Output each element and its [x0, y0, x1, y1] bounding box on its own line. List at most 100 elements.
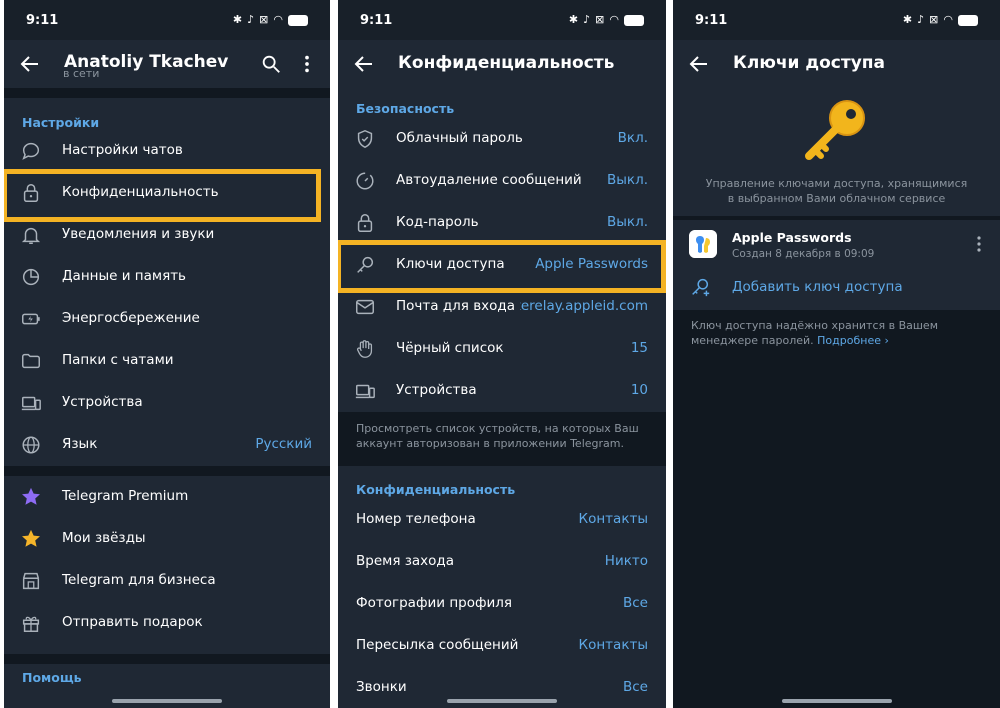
hand-icon: [357, 340, 373, 358]
gift-icon: [22, 616, 40, 632]
settings-item-power[interactable]: Энергосбережение: [4, 298, 330, 340]
privacy-item-value: Все: [623, 679, 648, 695]
app-bar: Ключи доступа: [673, 40, 1000, 88]
language-value: Русский: [255, 436, 312, 452]
security-item-blocklist[interactable]: Чёрный список 15: [338, 328, 666, 370]
profile-status: в сети: [63, 67, 100, 80]
security-item-value: Выкл.: [607, 172, 648, 188]
status-bar: 9:11 ✱ ♪ ⊠ ◠ 28: [4, 0, 330, 44]
shop-icon: [22, 572, 40, 590]
folder-icon: [22, 353, 40, 369]
page-title: Ключи доступа: [733, 53, 886, 73]
settings-item-data[interactable]: Данные и память: [4, 256, 330, 298]
home-indicator: [781, 699, 892, 703]
security-item-label: Чёрный список: [396, 340, 504, 356]
chat-bubble-icon: [22, 142, 40, 160]
privacy-item-value: Контакты: [578, 637, 648, 653]
battery-icon: 28: [624, 14, 644, 26]
section-header-help: Помощь: [22, 670, 82, 685]
home-indicator: [112, 699, 222, 703]
passkeys-list: Apple Passwords Создан 8 декабря в 09:09…: [673, 220, 1000, 310]
section-header-security: Безопасность: [356, 101, 455, 116]
privacy-item-label: Звонки: [356, 679, 407, 695]
more-vertical-icon[interactable]: [976, 236, 982, 252]
security-item-passcode[interactable]: Код-пароль Выкл.: [338, 202, 666, 244]
security-item-cloud-password[interactable]: Облачный пароль Вкл.: [338, 118, 666, 160]
no-sim-icon: ⊠: [259, 13, 269, 26]
battery-icon: 28: [958, 14, 978, 26]
divider: [4, 654, 330, 664]
security-item-devices[interactable]: Устройства 10: [338, 370, 666, 412]
pie-chart-icon: [22, 268, 40, 286]
security-item-value: sterelay.appleid.com: [520, 298, 648, 314]
globe-icon: [22, 436, 40, 454]
back-arrow-icon[interactable]: [352, 52, 376, 76]
security-item-value: 15: [630, 340, 648, 356]
mute-icon: ♪: [247, 13, 255, 26]
bluetooth-icon: ✱: [232, 13, 243, 26]
security-item-value: Выкл.: [607, 214, 648, 230]
devices-note: Просмотреть список устройств, на которых…: [356, 422, 639, 450]
privacy-item-phone[interactable]: Номер телефона Контакты: [338, 499, 666, 541]
status-bar: 9:11 ✱ ♪ ⊠ ◠ 28: [338, 0, 666, 44]
back-arrow-icon[interactable]: [687, 52, 711, 76]
settings-item-business[interactable]: Telegram для бизнеса: [4, 560, 330, 602]
divider: [4, 88, 330, 98]
timer-icon: [356, 172, 374, 190]
status-icons: ✱ ♪ ⊠ ◠ 28: [569, 14, 644, 26]
passkey-created: Создан 8 декабря в 09:09: [732, 248, 875, 260]
battery-icon: [22, 313, 40, 325]
mute-icon: ♪: [917, 13, 925, 26]
privacy-item-last-seen[interactable]: Время захода Никто: [338, 541, 666, 583]
add-passkey-label: Добавить ключ доступа: [732, 279, 903, 295]
passkeys-hero: Управление ключами доступа, хранящимися …: [673, 88, 1000, 216]
settings-item-premium[interactable]: Telegram Premium: [4, 476, 330, 518]
more-vertical-icon[interactable]: [296, 53, 318, 75]
settings-item-label: Энергосбережение: [62, 310, 200, 326]
devices-icon: [21, 396, 41, 411]
security-item-label: Устройства: [396, 382, 477, 398]
bell-icon: [21, 227, 41, 244]
highlight-privacy: [4, 169, 321, 222]
security-item-auto-delete[interactable]: Автоудаление сообщений Выкл.: [338, 160, 666, 202]
shield-icon: [357, 129, 373, 149]
privacy-item-forwarding[interactable]: Пересылка сообщений Контакты: [338, 625, 666, 667]
section-header-settings: Настройки: [22, 115, 100, 130]
security-item-value: 10: [630, 382, 648, 398]
security-item-label: Код-пароль: [396, 214, 479, 230]
security-item-value: Вкл.: [617, 130, 648, 146]
settings-item-language[interactable]: Язык Русский: [4, 424, 330, 466]
add-passkey-button[interactable]: Добавить ключ доступа: [673, 270, 1000, 306]
wifi-icon: ◠: [943, 13, 953, 26]
settings-item-chats[interactable]: Настройки чатов: [4, 130, 330, 172]
security-item-label: Автоудаление сообщений: [396, 172, 582, 188]
settings-item-devices[interactable]: Устройства: [4, 382, 330, 424]
app-bar: Anatoliy Tkachev в сети: [4, 40, 330, 88]
settings-item-label: Telegram Premium: [62, 488, 189, 504]
settings-item-folders[interactable]: Папки с чатами: [4, 340, 330, 382]
gold-star-icon: [22, 529, 40, 547]
bluetooth-icon: ✱: [902, 13, 913, 26]
status-time: 9:11: [695, 13, 728, 28]
passkey-item[interactable]: Apple Passwords Создан 8 декабря в 09:09: [673, 220, 1000, 268]
settings-item-gift[interactable]: Отправить подарок: [4, 602, 330, 644]
settings-item-label: Отправить подарок: [62, 614, 203, 630]
passkeys-note-area: Ключ доступа надёжно хранится в Вашем ме…: [673, 310, 1000, 708]
settings-item-label: Мои звёзды: [62, 530, 146, 546]
divider: [4, 466, 330, 476]
wifi-icon: ◠: [609, 13, 619, 26]
settings-item-stars[interactable]: Мои звёзды: [4, 518, 330, 560]
settings-item-label: Устройства: [62, 394, 143, 410]
mute-icon: ♪: [583, 13, 591, 26]
learn-more-link[interactable]: Подробнее ›: [817, 334, 889, 347]
settings-item-label: Язык: [62, 436, 98, 452]
status-icons: ✱ ♪ ⊠ ◠ 28: [233, 14, 308, 26]
search-icon[interactable]: [260, 53, 282, 75]
status-time: 9:11: [26, 13, 59, 28]
privacy-item-profile-photos[interactable]: Фотографии профиля Все: [338, 583, 666, 625]
settings-item-label: Настройки чатов: [62, 142, 183, 158]
privacy-item-value: Все: [623, 595, 648, 611]
back-arrow-icon[interactable]: [18, 52, 42, 76]
app-bar: Конфиденциальность: [338, 40, 666, 88]
screen-privacy: 9:11 ✱ ♪ ⊠ ◠ 28 Конфиденциальность Безоп…: [338, 0, 666, 708]
